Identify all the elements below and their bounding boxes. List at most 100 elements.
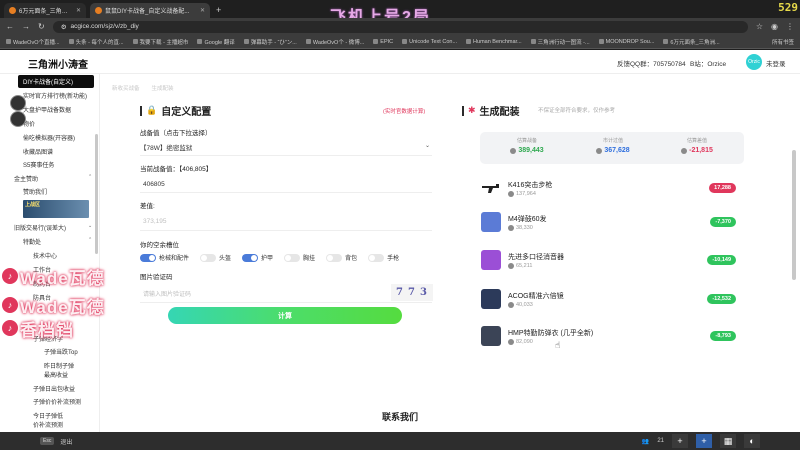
divider <box>140 302 432 303</box>
body-armor-icon <box>481 326 501 346</box>
sidebar-item-diy[interactable]: DIY卡战备(自定义) <box>18 75 94 88</box>
sidebar: DIY卡战备(自定义) 实时官方排行榜(新功能) 大盘护甲战备数据 物价 偷吃模… <box>0 74 100 432</box>
bilibili-link[interactable]: B站：Orzice <box>690 58 726 68</box>
people-icon[interactable]: 👥 <box>642 438 649 445</box>
bookmark-item[interactable]: Unicode Text Con... <box>402 39 457 45</box>
menu-icon[interactable]: ⋮ <box>786 22 794 31</box>
slot-toggle-weapons[interactable]: 枪械和配件 <box>140 253 189 262</box>
sidebar-group-old-market[interactable]: 旧版交易行(误差大) <box>14 223 66 232</box>
gear-item[interactable]: K416突击步枪 137,964 17,288 <box>480 176 744 206</box>
watermark-text: 香档铛 <box>20 321 74 340</box>
sidebar-item-max-profit[interactable]: 最高收益 <box>44 370 68 379</box>
fps-counter: 529 <box>778 1 798 14</box>
switch[interactable] <box>284 253 301 262</box>
faded-tab[interactable]: 新收买战备 <box>112 84 140 92</box>
login-status[interactable]: 未登录 <box>766 58 786 68</box>
bookmark-item[interactable]: WadeOvO个 - 微博... <box>305 38 364 46</box>
bookmark-icon <box>663 39 669 44</box>
sidebar-item-sponsor-us[interactable]: 赞助我们 <box>23 187 47 196</box>
switch[interactable] <box>326 253 343 262</box>
reload-icon[interactable]: ↻ <box>38 22 45 31</box>
gear-name: M4弹鼓60发 <box>508 216 547 223</box>
calculate-button[interactable]: 计算 <box>168 307 402 324</box>
sidebar-item-simulator[interactable]: 偷吃模拟器(开容器) <box>23 133 75 142</box>
site-logo[interactable]: 三角洲小涛查 <box>28 56 88 71</box>
browser-tab[interactable]: 6万元面条_三角洲小涛查_三角... ✕ <box>4 3 86 18</box>
sidebar-item-armor-data[interactable]: 大盘护甲战备数据 <box>23 105 71 114</box>
site-info-icon[interactable]: ⚙ <box>61 23 67 31</box>
page-scrollbar[interactable] <box>792 150 796 280</box>
chevron-up-icon[interactable]: ⌃ <box>88 174 92 180</box>
sidebar-item-special[interactable]: 特勤处 <box>23 237 41 246</box>
bookmark-item[interactable]: EPIC <box>373 39 393 45</box>
slot-toggle-chest[interactable]: 胸挂 <box>284 253 315 262</box>
sidebar-item-ranking[interactable]: 实时官方排行榜(新功能) <box>23 91 87 100</box>
sidebar-item-s5[interactable]: S5赛事任务 <box>23 160 54 169</box>
sponsor-banner[interactable]: 上战区 <box>23 200 89 218</box>
switch[interactable] <box>242 253 259 262</box>
captcha-input[interactable]: 请输入图片验证码 <box>143 289 191 298</box>
bookmark-item[interactable]: MOONDROP Sou... <box>598 39 654 45</box>
url-field[interactable]: ⚙ acgice.com/sjz/v/zb_diy <box>52 20 748 33</box>
sidebar-scrollbar[interactable] <box>95 134 98 254</box>
slot-toggle-armor[interactable]: 护甲 <box>242 253 273 262</box>
plus-icon[interactable]: + <box>672 434 688 448</box>
profile-icon[interactable]: ◉ <box>771 22 778 31</box>
sidebar-item-ammo-daily[interactable]: 子弹日出包收益 <box>33 384 75 393</box>
switch[interactable] <box>368 253 385 262</box>
close-tab-icon[interactable]: ✕ <box>76 7 81 14</box>
gear-diff-badge: 17,288 <box>709 183 736 193</box>
diff-input[interactable]: 373,195 <box>143 218 167 225</box>
sidebar-item-collectibles[interactable]: 收藏品图谱 <box>23 147 53 156</box>
sidebar-item-ammo-top[interactable]: 子弹当跌Top <box>44 347 78 356</box>
all-bookmarks[interactable]: 所有书签 <box>772 38 794 46</box>
result-header: ✱ 生成配装 <box>462 103 520 118</box>
bookmark-icon <box>530 39 536 44</box>
bookmark-item[interactable]: 弹幕助手 - “ひ”ン... <box>243 38 297 46</box>
bookmark-item[interactable]: 我要下载 - 主播超市 <box>132 38 188 46</box>
slot-toggle-helmet[interactable]: 头盔 <box>200 253 231 262</box>
bookmark-item[interactable]: WadeOvO个直播... <box>6 38 60 46</box>
switch[interactable] <box>200 253 217 262</box>
slot-toggle-pistol[interactable]: 手枪 <box>368 253 399 262</box>
gear-item[interactable]: HMP特勤防弹衣 (几乎全新) 82,090 -8,793 <box>480 324 744 354</box>
bookmark-item[interactable]: 6万元面条_三角洲... <box>663 38 720 46</box>
result-note: 不保证全部符合要求，仅作参考 <box>538 108 616 114</box>
star-icon[interactable]: ☆ <box>756 22 763 31</box>
gear-item[interactable]: 先进多口径消音器 65,211 -10,149 <box>480 248 744 278</box>
gear-item[interactable]: ACOG精准六倍镜 40,033 -12,532 <box>480 287 744 317</box>
stat-label: 估算差值 <box>686 138 707 144</box>
grid-icon[interactable]: ▦ <box>720 434 736 448</box>
switch[interactable] <box>140 253 156 262</box>
sidebar-item-ammo-forecast[interactable]: 子弹价价补流预测 <box>33 397 81 406</box>
close-tab-icon[interactable]: ✕ <box>200 7 205 14</box>
back-icon[interactable]: ← <box>6 22 14 31</box>
captcha-image[interactable]: 7 7 3 <box>391 284 433 301</box>
bookmark-icon <box>373 39 379 44</box>
esc-key[interactable]: Esc <box>40 437 55 445</box>
sidebar-item-tech[interactable]: 技术中心 <box>33 251 57 260</box>
chevron-up-icon[interactable]: ⌃ <box>88 237 92 243</box>
exit-label[interactable]: 退出 <box>60 437 72 446</box>
avatar[interactable]: Orzic <box>746 54 762 70</box>
plus-icon[interactable]: + <box>696 434 712 448</box>
user-thumb-icon[interactable]: ◐ <box>744 434 760 448</box>
web-page: 三角洲小涛查 反馈QQ群：705750784 B站：Orzice Orzic 未… <box>0 50 800 432</box>
chevron-down-icon[interactable]: ⌄ <box>88 223 92 229</box>
bookmark-item[interactable]: 头条 - 每个人的直... <box>68 38 124 46</box>
bookmark-item[interactable]: 三角洲行动一图流 -... <box>530 38 590 46</box>
current-budget-input[interactable]: 406805 <box>143 181 165 188</box>
gear-item[interactable]: M4弹鼓60发 38,330 -7,370 <box>480 210 744 240</box>
browser-tab-active[interactable]: 鼠鼠DIY卡战备_自定义战备配... ✕ <box>90 3 210 18</box>
bookmark-item[interactable]: Google 翻译 <box>197 38 235 46</box>
sidebar-item-yesterday-ammo[interactable]: 昨日制子弹 <box>44 361 74 370</box>
faded-tab[interactable]: 生成配装 <box>152 84 174 92</box>
forward-icon[interactable]: → <box>22 22 30 31</box>
budget-select[interactable]: 【78W】绝密监狱 ⌄ <box>140 140 432 154</box>
gear-name: HMP特勤防弹衣 (几乎全新) <box>508 330 594 337</box>
bookmark-item[interactable]: Human Benchmar... <box>466 39 522 45</box>
sidebar-group-sponsor[interactable]: 金主赞助 <box>14 174 38 183</box>
coin-icon <box>508 302 514 308</box>
new-tab-button[interactable]: + <box>216 5 221 15</box>
slot-toggle-backpack[interactable]: 背包 <box>326 253 357 262</box>
